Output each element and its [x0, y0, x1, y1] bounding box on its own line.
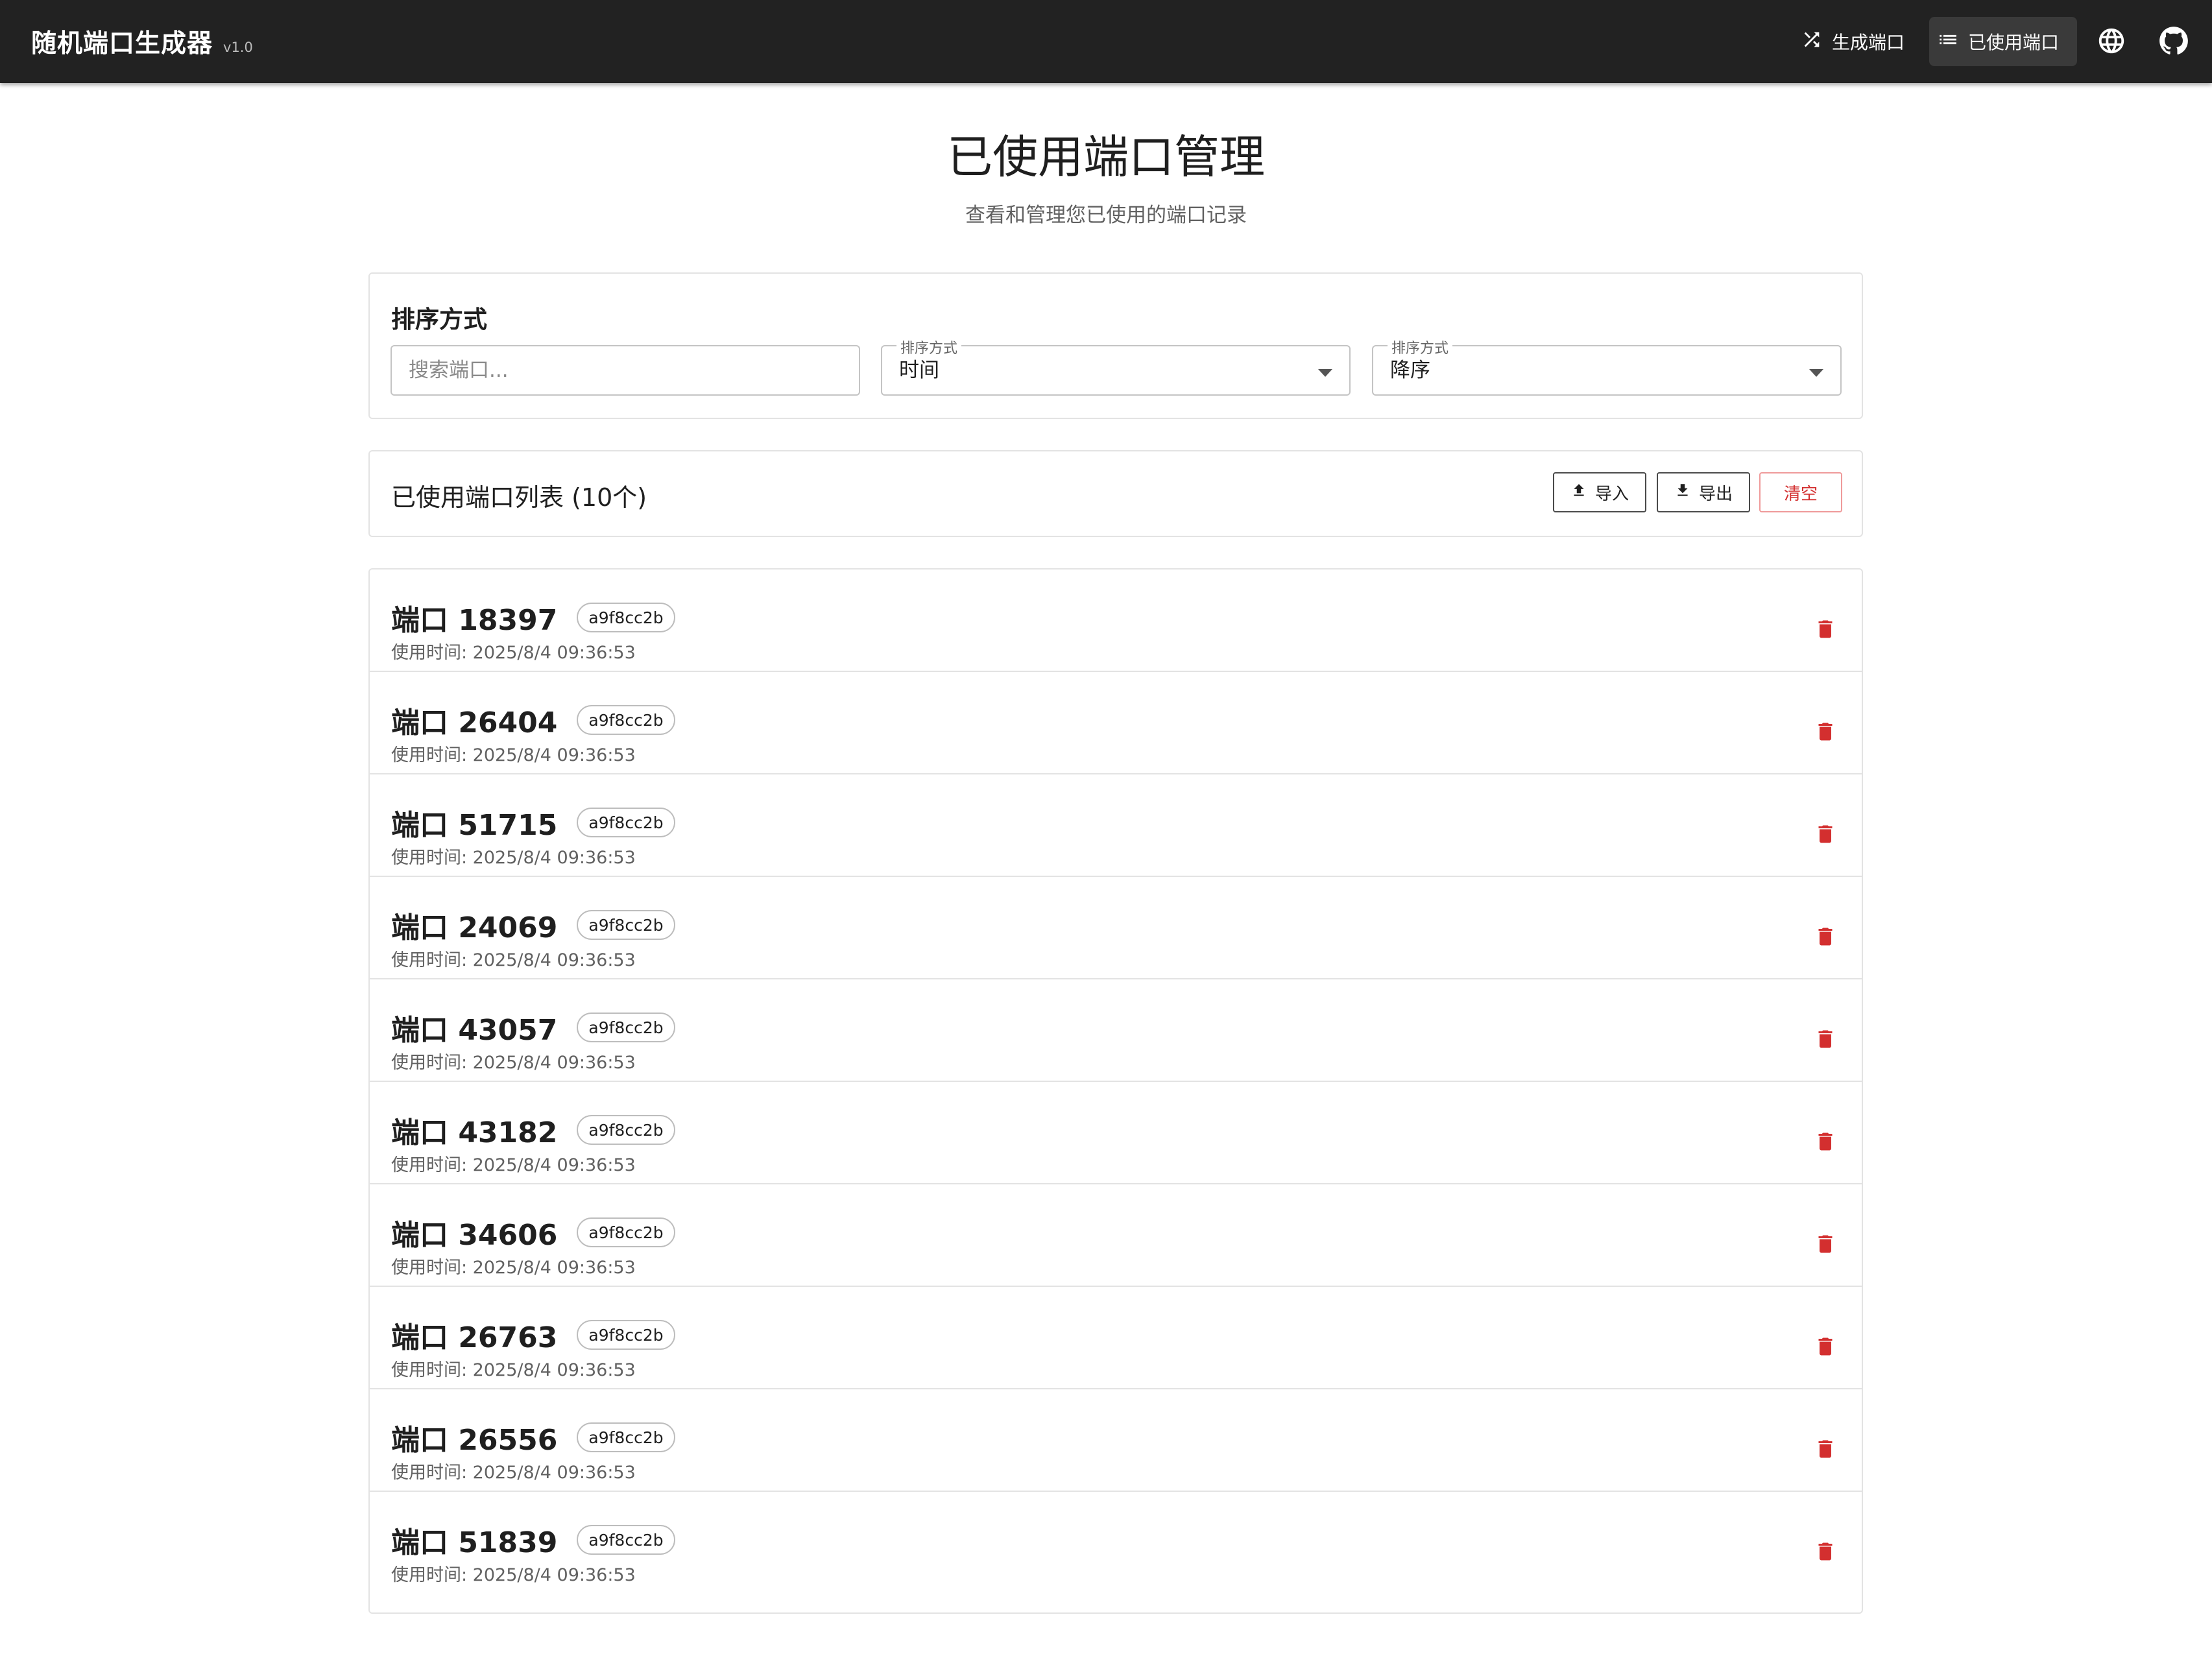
list-title: 已使用端口列表 (10个)	[391, 483, 647, 512]
list-item: 端口 34606 a9f8cc2b 使用时间: 2025/8/4 09:36:5…	[370, 1184, 1862, 1287]
search-input[interactable]: 搜索端口...	[391, 345, 860, 396]
app-title: 随机端口生成器	[31, 29, 213, 58]
port-line: 端口 43057 a9f8cc2b	[391, 1007, 675, 1048]
sort-by-select[interactable]: 排序方式 时间	[881, 337, 1351, 396]
list-item: 端口 43182 a9f8cc2b 使用时间: 2025/8/4 09:36:5…	[370, 1082, 1862, 1184]
trash-icon[interactable]	[1814, 821, 1837, 850]
trash-icon[interactable]	[1814, 1334, 1837, 1362]
session-tag: a9f8cc2b	[577, 1013, 675, 1042]
session-tag: a9f8cc2b	[577, 705, 675, 735]
list-icon	[1937, 29, 1959, 55]
shuffle-icon	[1801, 29, 1823, 55]
list-item: 端口 26763 a9f8cc2b 使用时间: 2025/8/4 09:36:5…	[370, 1287, 1862, 1389]
port-line: 端口 51715 a9f8cc2b	[391, 802, 675, 843]
github-icon[interactable]	[2158, 25, 2190, 60]
session-tag: a9f8cc2b	[577, 1525, 675, 1555]
import-label: 导入	[1594, 484, 1629, 504]
used-time: 使用时间: 2025/8/4 09:36:53	[391, 1053, 636, 1073]
port-line: 端口 26404 a9f8cc2b	[391, 699, 675, 741]
session-tag: a9f8cc2b	[577, 1320, 675, 1350]
port-name: 端口 34606	[391, 1219, 558, 1252]
session-tag: a9f8cc2b	[577, 808, 675, 837]
port-line: 端口 18397 a9f8cc2b	[391, 597, 675, 638]
port-name: 端口 18397	[391, 604, 558, 637]
port-name: 端口 26404	[391, 706, 558, 739]
port-name: 端口 51715	[391, 809, 558, 842]
session-tag: a9f8cc2b	[577, 1217, 675, 1247]
port-line: 端口 26763 a9f8cc2b	[391, 1314, 675, 1356]
port-line: 端口 51839 a9f8cc2b	[391, 1519, 675, 1561]
dropdown-arrow-icon	[1318, 367, 1332, 379]
trash-icon[interactable]	[1814, 719, 1837, 747]
port-name: 端口 43182	[391, 1116, 558, 1149]
nav-generate-label: 生成端口	[1832, 32, 1905, 53]
download-icon	[1674, 482, 1691, 503]
port-name: 端口 26763	[391, 1321, 558, 1354]
nav-used-label: 已使用端口	[1968, 32, 2060, 53]
session-tag: a9f8cc2b	[577, 910, 675, 940]
port-name: 端口 24069	[391, 911, 558, 944]
port-line: 端口 34606 a9f8cc2b	[391, 1212, 675, 1253]
list-item: 端口 51839 a9f8cc2b 使用时间: 2025/8/4 09:36:5…	[370, 1492, 1862, 1594]
used-time: 使用时间: 2025/8/4 09:36:53	[391, 643, 636, 663]
used-time: 使用时间: 2025/8/4 09:36:53	[391, 1258, 636, 1278]
globe-icon[interactable]	[2097, 26, 2126, 58]
list-item: 端口 26556 a9f8cc2b 使用时间: 2025/8/4 09:36:5…	[370, 1389, 1862, 1492]
sort-card: 排序方式 搜索端口... 排序方式 时间 排序方式 降序	[368, 272, 1863, 419]
nav-used-ports-button[interactable]: 已使用端口	[1929, 17, 2077, 66]
search-placeholder: 搜索端口...	[409, 359, 509, 382]
page-subtitle: 查看和管理您已使用的端口记录	[965, 204, 1247, 227]
trash-icon[interactable]	[1814, 1231, 1837, 1260]
trash-icon[interactable]	[1814, 1026, 1837, 1055]
list-header-card: 已使用端口列表 (10个) 导入 导出 清空	[368, 450, 1863, 537]
port-name: 端口 43057	[391, 1014, 558, 1047]
sort-order-value: 降序	[1390, 359, 1430, 382]
trash-icon[interactable]	[1814, 924, 1837, 952]
dropdown-arrow-icon	[1809, 367, 1823, 379]
page-title: 已使用端口管理	[947, 130, 1265, 184]
port-list: 端口 18397 a9f8cc2b 使用时间: 2025/8/4 09:36:5…	[368, 568, 1863, 1614]
import-button[interactable]: 导入	[1553, 472, 1646, 512]
app-bar: 随机端口生成器 v1.0 生成端口 已使用端口	[0, 0, 2212, 83]
sort-heading: 排序方式	[391, 306, 487, 333]
brand[interactable]: 随机端口生成器 v1.0	[31, 23, 253, 60]
nav-generate-button[interactable]: 生成端口	[1793, 17, 1923, 66]
port-name: 端口 26556	[391, 1424, 558, 1457]
upload-icon	[1570, 482, 1587, 503]
list-item: 端口 18397 a9f8cc2b 使用时间: 2025/8/4 09:36:5…	[370, 569, 1862, 672]
trash-icon[interactable]	[1814, 1539, 1837, 1567]
sort-by-value: 时间	[899, 359, 939, 382]
trash-icon[interactable]	[1814, 1436, 1837, 1465]
used-time: 使用时间: 2025/8/4 09:36:53	[391, 1565, 636, 1585]
session-tag: a9f8cc2b	[577, 603, 675, 632]
session-tag: a9f8cc2b	[577, 1115, 675, 1145]
session-tag: a9f8cc2b	[577, 1422, 675, 1452]
used-time: 使用时间: 2025/8/4 09:36:53	[391, 1360, 636, 1380]
port-line: 端口 26556 a9f8cc2b	[391, 1417, 675, 1458]
list-item: 端口 24069 a9f8cc2b 使用时间: 2025/8/4 09:36:5…	[370, 877, 1862, 979]
sort-order-select[interactable]: 排序方式 降序	[1372, 337, 1842, 396]
list-item: 端口 43057 a9f8cc2b 使用时间: 2025/8/4 09:36:5…	[370, 979, 1862, 1082]
port-name: 端口 51839	[391, 1526, 558, 1559]
trash-icon[interactable]	[1814, 1129, 1837, 1157]
list-item: 端口 51715 a9f8cc2b 使用时间: 2025/8/4 09:36:5…	[370, 774, 1862, 877]
clear-button[interactable]: 清空	[1759, 472, 1842, 512]
app-version: v1.0	[223, 40, 253, 55]
export-button[interactable]: 导出	[1657, 472, 1750, 512]
export-label: 导出	[1698, 484, 1733, 504]
used-time: 使用时间: 2025/8/4 09:36:53	[391, 1155, 636, 1175]
used-time: 使用时间: 2025/8/4 09:36:53	[391, 745, 636, 765]
clear-label: 清空	[1783, 484, 1818, 504]
used-time: 使用时间: 2025/8/4 09:36:53	[391, 848, 636, 868]
trash-icon[interactable]	[1814, 616, 1837, 645]
port-line: 端口 43182 a9f8cc2b	[391, 1109, 675, 1151]
used-time: 使用时间: 2025/8/4 09:36:53	[391, 1463, 636, 1483]
port-line: 端口 24069 a9f8cc2b	[391, 904, 675, 946]
list-item: 端口 26404 a9f8cc2b 使用时间: 2025/8/4 09:36:5…	[370, 672, 1862, 774]
used-time: 使用时间: 2025/8/4 09:36:53	[391, 950, 636, 970]
